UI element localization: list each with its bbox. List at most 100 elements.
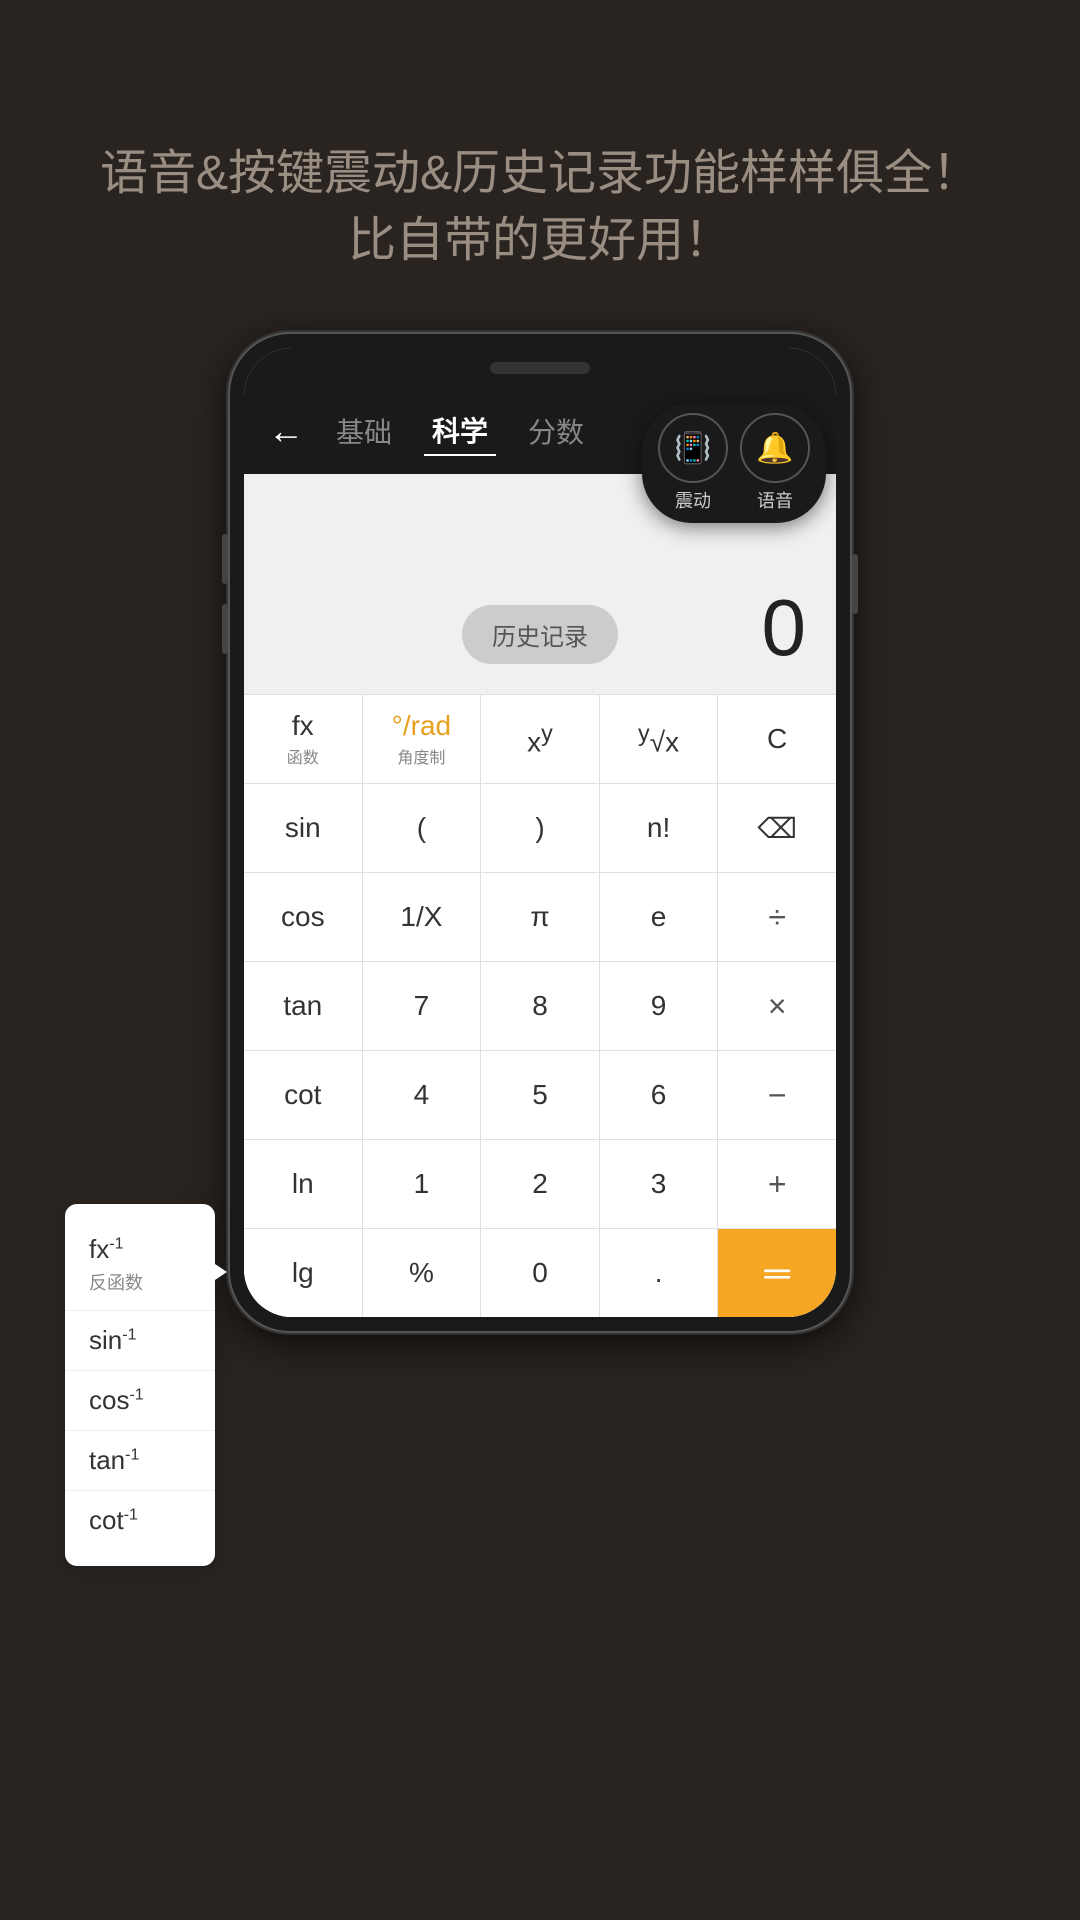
key-cos[interactable]: cos: [244, 873, 363, 961]
key-6[interactable]: 6: [600, 1051, 719, 1139]
key-8[interactable]: 8: [481, 962, 600, 1050]
key-row-6: ln 1 2 3 +: [244, 1139, 836, 1228]
key-1[interactable]: 1: [363, 1140, 482, 1228]
key-4[interactable]: 4: [363, 1051, 482, 1139]
key-power-main: xy: [527, 720, 553, 758]
key-multiply[interactable]: ×: [718, 962, 836, 1050]
key-power[interactable]: xy: [481, 695, 600, 783]
volume-up-button: [222, 534, 228, 584]
key-pi-main: π: [530, 901, 549, 933]
key-cos-main: cos: [281, 901, 325, 933]
key-open-paren-main: (: [417, 812, 426, 844]
key-lg[interactable]: lg: [244, 1229, 363, 1317]
key-divide[interactable]: ÷: [718, 873, 836, 961]
sidebar-item-cos-inverse[interactable]: cos-1: [65, 1371, 215, 1431]
key-ln[interactable]: ln: [244, 1140, 363, 1228]
key-5-main: 5: [532, 1079, 548, 1111]
tab-basic[interactable]: 基础: [328, 407, 400, 455]
volume-down-button: [222, 604, 228, 654]
key-9[interactable]: 9: [600, 962, 719, 1050]
key-equals[interactable]: ═: [718, 1229, 836, 1317]
key-root[interactable]: y√x: [600, 695, 719, 783]
key-0[interactable]: 0: [481, 1229, 600, 1317]
key-euler[interactable]: e: [600, 873, 719, 961]
key-fx[interactable]: fx 函数: [244, 695, 363, 783]
sidebar-item-tan-inverse[interactable]: tan-1: [65, 1431, 215, 1491]
backspace-icon: ⌫: [757, 812, 797, 845]
key-row-3: cos 1/X π e ÷: [244, 872, 836, 961]
key-0-main: 0: [532, 1257, 548, 1289]
key-tan-main: tan: [283, 990, 322, 1022]
key-row-4: tan 7 8 9 ×: [244, 961, 836, 1050]
phone-screen: 📳 震动 🔔 语音 ← 基础 科学 分数 历史记录 0: [244, 348, 836, 1317]
sound-button[interactable]: 🔔 语音: [740, 413, 810, 513]
key-open-paren[interactable]: (: [363, 784, 482, 872]
phone-speaker: [490, 362, 590, 374]
sidebar-item-cot-inverse[interactable]: cot-1: [65, 1491, 215, 1550]
key-angle-sub: 角度制: [397, 744, 445, 768]
key-5[interactable]: 5: [481, 1051, 600, 1139]
multiply-icon: ×: [768, 988, 787, 1025]
key-factorial-main: n!: [647, 812, 670, 844]
vibrate-button[interactable]: 📳 震动: [658, 413, 728, 513]
sidebar-popup: fx-1反函数 sin-1 cos-1 tan-1 cot-1: [65, 1204, 215, 1566]
equals-icon: ═: [764, 1252, 790, 1294]
key-9-main: 9: [651, 990, 667, 1022]
key-close-paren[interactable]: ): [481, 784, 600, 872]
vibrate-icon: 📳: [658, 413, 728, 483]
sound-label: 语音: [757, 487, 793, 513]
vibrate-label: 震动: [675, 487, 711, 513]
key-2[interactable]: 2: [481, 1140, 600, 1228]
key-backspace[interactable]: ⌫: [718, 784, 836, 872]
quick-settings-popup: 📳 震动 🔔 语音: [642, 403, 826, 523]
key-row-2: sin ( ) n! ⌫: [244, 783, 836, 872]
key-sin-main: sin: [285, 812, 321, 844]
key-1-main: 1: [414, 1168, 430, 1200]
key-euler-main: e: [651, 901, 667, 933]
key-tan[interactable]: tan: [244, 962, 363, 1050]
key-2-main: 2: [532, 1168, 548, 1200]
power-button: [852, 554, 858, 614]
key-4-main: 4: [414, 1079, 430, 1111]
key-close-paren-main: ): [535, 812, 544, 844]
sidebar-item-fx-inverse[interactable]: fx-1反函数: [65, 1220, 215, 1311]
key-sin[interactable]: sin: [244, 784, 363, 872]
key-ln-main: ln: [292, 1168, 314, 1200]
sidebar-item-sin-inverse[interactable]: sin-1: [65, 1311, 215, 1371]
tab-fraction[interactable]: 分数: [520, 407, 592, 455]
key-cot[interactable]: cot: [244, 1051, 363, 1139]
key-subtract[interactable]: −: [718, 1051, 836, 1139]
key-row-5: cot 4 5 6 −: [244, 1050, 836, 1139]
key-row-1: fx 函数 °/rad 角度制 xy y√x C: [244, 694, 836, 783]
key-cot-main: cot: [284, 1079, 321, 1111]
calculator-keyboard: fx 函数 °/rad 角度制 xy y√x C: [244, 694, 836, 1317]
key-decimal-main: .: [655, 1257, 663, 1289]
key-3[interactable]: 3: [600, 1140, 719, 1228]
key-lg-main: lg: [292, 1257, 314, 1289]
key-7-main: 7: [414, 990, 430, 1022]
key-8-main: 8: [532, 990, 548, 1022]
key-decimal[interactable]: .: [600, 1229, 719, 1317]
history-button[interactable]: 历史记录: [462, 605, 618, 664]
key-7[interactable]: 7: [363, 962, 482, 1050]
key-row-7: lg % 0 . ═: [244, 1228, 836, 1317]
tab-science[interactable]: 科学: [424, 406, 496, 456]
key-factorial[interactable]: n!: [600, 784, 719, 872]
phone-frame: 📳 震动 🔔 语音 ← 基础 科学 分数 历史记录 0: [230, 334, 850, 1331]
add-icon: +: [768, 1166, 787, 1203]
key-reciprocal-main: 1/X: [400, 901, 442, 933]
back-button[interactable]: ←: [268, 410, 304, 452]
key-fx-main: fx: [292, 710, 314, 742]
key-angle-main: °/rad: [392, 710, 451, 742]
key-add[interactable]: +: [718, 1140, 836, 1228]
key-clear[interactable]: C: [718, 695, 836, 783]
key-root-main: y√x: [638, 720, 679, 758]
key-fx-sub: 函数: [287, 744, 319, 768]
key-pi[interactable]: π: [481, 873, 600, 961]
key-percent[interactable]: %: [363, 1229, 482, 1317]
key-angle-mode[interactable]: °/rad 角度制: [363, 695, 482, 783]
key-reciprocal[interactable]: 1/X: [363, 873, 482, 961]
subtract-icon: −: [768, 1077, 787, 1114]
promo-text: 语音&按键震动&历史记录功能样样俱全！ 比自带的更好用！: [40, 140, 1040, 274]
key-percent-main: %: [409, 1257, 434, 1289]
